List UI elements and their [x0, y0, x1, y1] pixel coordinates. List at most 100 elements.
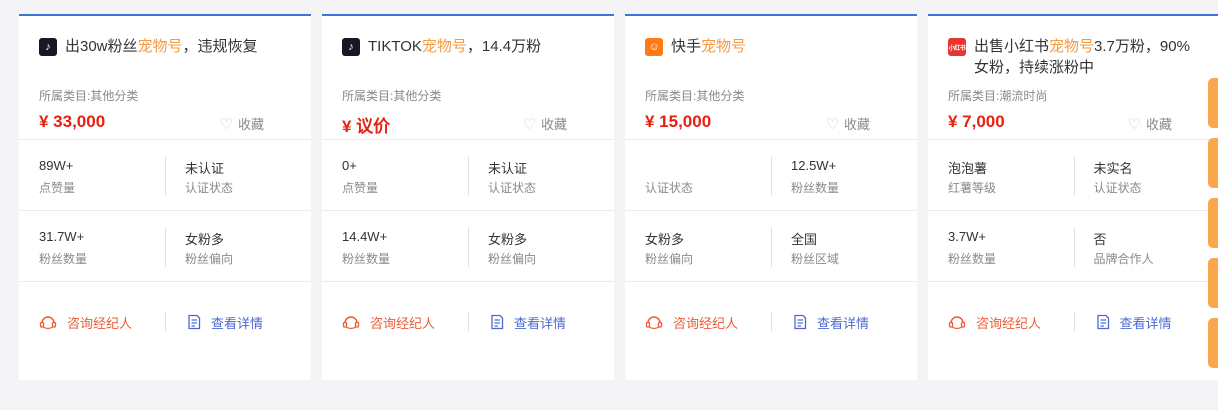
price: ¥ 7,000 — [948, 112, 1005, 131]
stat-value: 否 — [1093, 232, 1107, 247]
divider — [468, 312, 469, 332]
card-title[interactable]: TIKTOK宠物号，14.4万粉 — [368, 36, 541, 57]
card-header: ♪ 出30w粉丝宠物号，违规恢复 所属类目:其他分类 ¥ 33,000 ♡ 收藏 — [19, 16, 311, 140]
card-header: ☺ 快手宠物号 所属类目:其他分类 ¥ 15,000 ♡ 收藏 — [625, 16, 917, 140]
stat-value: 未认证 — [185, 161, 225, 176]
document-icon — [1096, 314, 1109, 330]
stat-label: 红薯等级 — [948, 181, 997, 195]
side-tab-button[interactable] — [1208, 318, 1218, 368]
view-detail-button[interactable]: 查看详情 — [468, 313, 614, 332]
view-detail-button[interactable]: 查看详情 — [771, 313, 917, 332]
headset-icon — [342, 316, 360, 330]
headset-icon — [645, 316, 663, 330]
kuaishou-icon: ☺ — [645, 38, 663, 56]
stat-label: 点赞量 — [39, 181, 76, 195]
heart-icon: ♡ — [1127, 115, 1141, 133]
stat-row: 3.7W+ 粉丝数量 否品牌合作人 — [928, 211, 1218, 282]
heart-icon: ♡ — [825, 115, 839, 133]
listing-card[interactable]: ♪ 出30w粉丝宠物号，违规恢复 所属类目:其他分类 ¥ 33,000 ♡ 收藏 … — [19, 14, 311, 380]
stat-label: 粉丝数量 — [342, 252, 391, 266]
stat-row: 泡泡薯红薯等级 未实名认证状态 — [928, 140, 1218, 211]
category-text: 所属类目:其他分类 — [645, 89, 745, 103]
side-tab-button[interactable] — [1208, 78, 1218, 128]
stat-value: 89W+ — [39, 158, 74, 173]
card-title[interactable]: 快手宠物号 — [671, 36, 746, 57]
stat-value: 未实名 — [1093, 161, 1133, 176]
side-tab-button[interactable] — [1208, 138, 1218, 188]
consult-agent-button[interactable]: 咨询经纪人 — [625, 313, 771, 332]
listing-cards: ♪ 出30w粉丝宠物号，违规恢复 所属类目:其他分类 ¥ 33,000 ♡ 收藏 … — [19, 14, 1218, 380]
category-text: 所属类目:其他分类 — [342, 89, 442, 103]
stat-value: 0+ — [342, 158, 357, 173]
stat-label: 粉丝偏向 — [645, 252, 694, 266]
tiktok-icon: ♪ — [39, 38, 57, 56]
stat-value: 女粉多 — [645, 232, 685, 247]
divider — [1074, 312, 1075, 332]
stat-label: 认证状态 — [1093, 181, 1142, 195]
price: ¥ 议价 — [342, 117, 391, 136]
divider — [165, 312, 166, 332]
card-actions: 咨询经纪人 查看详情 — [322, 282, 614, 362]
stat-row: 认证状态 12.5W+ 粉丝数量 — [625, 140, 917, 211]
listing-card[interactable]: 小红书 出售小红书宠物号3.7万粉，90%女粉，持续涨粉中 所属类目:潮流时尚 … — [928, 14, 1218, 380]
tiktok-icon: ♪ — [342, 38, 360, 56]
stat-value: 泡泡薯 — [948, 161, 988, 176]
side-tab-button[interactable] — [1208, 258, 1218, 308]
stat-value: 31.7W+ — [39, 229, 85, 244]
card-title[interactable]: 出售小红书宠物号3.7万粉，90%女粉，持续涨粉中 — [974, 36, 1199, 78]
stat-label: 认证状态 — [645, 181, 694, 195]
favorite-button[interactable]: ♡ 收藏 — [523, 114, 567, 133]
stat-value: 女粉多 — [185, 232, 225, 247]
document-icon — [491, 314, 504, 330]
card-actions: 咨询经纪人 查看详情 — [928, 282, 1218, 362]
consult-agent-button[interactable]: 咨询经纪人 — [928, 313, 1074, 332]
side-tab-button[interactable] — [1208, 198, 1218, 248]
card-header: 小红书 出售小红书宠物号3.7万粉，90%女粉，持续涨粉中 所属类目:潮流时尚 … — [928, 16, 1218, 140]
heart-icon: ♡ — [522, 115, 536, 133]
price: ¥ 33,000 — [39, 112, 106, 131]
stat-label: 粉丝数量 — [39, 252, 88, 266]
listing-card[interactable]: ☺ 快手宠物号 所属类目:其他分类 ¥ 15,000 ♡ 收藏 认证状态 12.5… — [625, 14, 917, 380]
stat-label: 认证状态 — [488, 181, 537, 195]
stat-value: 3.7W+ — [948, 229, 986, 244]
consult-agent-button[interactable]: 咨询经纪人 — [322, 313, 468, 332]
divider — [771, 312, 772, 332]
stat-label: 粉丝数量 — [791, 181, 840, 195]
document-icon — [188, 314, 201, 330]
stat-row: 女粉多粉丝偏向 全国粉丝区域 — [625, 211, 917, 282]
category-text: 所属类目:潮流时尚 — [948, 89, 1048, 103]
stat-label: 粉丝偏向 — [488, 252, 537, 266]
stat-row: 14.4W+ 粉丝数量 女粉多粉丝偏向 — [322, 211, 614, 282]
price: ¥ 15,000 — [645, 112, 712, 131]
listing-card[interactable]: ♪ TIKTOK宠物号，14.4万粉 所属类目:其他分类 ¥ 议价 ♡ 收藏 0+… — [322, 14, 614, 380]
heart-icon: ♡ — [219, 115, 233, 133]
stat-label: 点赞量 — [342, 181, 379, 195]
favorite-button[interactable]: ♡ 收藏 — [826, 114, 870, 133]
xiaohongshu-icon: 小红书 — [948, 38, 966, 56]
stat-value: 全国 — [791, 232, 818, 247]
stat-row: 0+ 点赞量 未认证认证状态 — [322, 140, 614, 211]
view-detail-button[interactable]: 查看详情 — [165, 313, 311, 332]
card-title[interactable]: 出30w粉丝宠物号，违规恢复 — [65, 36, 258, 57]
favorite-button[interactable]: ♡ 收藏 — [220, 114, 264, 133]
stat-value: 14.4W+ — [342, 229, 388, 244]
stat-label: 粉丝数量 — [948, 252, 997, 266]
document-icon — [794, 314, 807, 330]
headset-icon — [39, 316, 57, 330]
stat-label: 品牌合作人 — [1093, 252, 1154, 266]
headset-icon — [948, 316, 966, 330]
stat-value: 12.5W+ — [791, 158, 837, 173]
stat-label: 认证状态 — [185, 181, 234, 195]
stat-value: 未认证 — [488, 161, 528, 176]
card-actions: 咨询经纪人 查看详情 — [625, 282, 917, 362]
stat-row: 89W+ 点赞量 未认证认证状态 — [19, 140, 311, 211]
category-text: 所属类目:其他分类 — [39, 89, 139, 103]
card-header: ♪ TIKTOK宠物号，14.4万粉 所属类目:其他分类 ¥ 议价 ♡ 收藏 — [322, 16, 614, 140]
view-detail-button[interactable]: 查看详情 — [1074, 313, 1218, 332]
floating-side-toolbar — [1208, 78, 1218, 378]
stat-value: 女粉多 — [488, 232, 528, 247]
stat-row: 31.7W+ 粉丝数量 女粉多 粉丝偏向 — [19, 211, 311, 282]
stat-label: 粉丝区域 — [791, 252, 840, 266]
consult-agent-button[interactable]: 咨询经纪人 — [19, 313, 165, 332]
favorite-button[interactable]: ♡ 收藏 — [1128, 114, 1172, 133]
